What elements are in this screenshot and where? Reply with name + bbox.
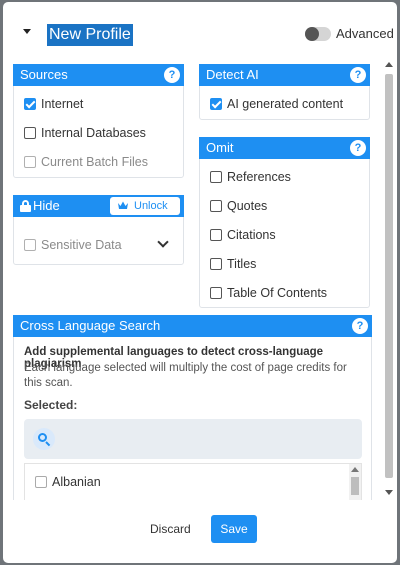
scroll-up-icon[interactable] — [351, 467, 359, 472]
cross-language-header: Cross Language Search ? — [13, 315, 372, 337]
cross-language-card: Cross Language Search ? Add supplemental… — [13, 315, 372, 500]
dialog-header: New Profile Advanced — [3, 2, 397, 58]
option-label: Internet — [41, 97, 84, 111]
option-label: Titles — [227, 257, 257, 271]
option-label: Quotes — [227, 199, 268, 213]
hide-header: Hide Unlock — [13, 195, 184, 217]
settings-scroll-area: Sources ? Internet Internal Databases Cu… — [3, 58, 397, 500]
unlock-button[interactable]: Unlock — [110, 197, 180, 215]
checkbox[interactable] — [210, 258, 222, 270]
option-label: AI generated content — [227, 97, 344, 111]
option-label: Table Of Contents — [227, 286, 328, 300]
sources-card: Sources ? Internet Internal Databases Cu… — [13, 64, 184, 178]
hide-card: Hide Unlock Sensitive Data — [13, 195, 184, 265]
sources-title: Sources — [20, 67, 68, 82]
lock-icon — [20, 200, 31, 212]
checkbox[interactable] — [210, 171, 222, 183]
crown-icon — [118, 201, 128, 210]
option-label: References — [227, 170, 291, 184]
profile-title[interactable]: New Profile — [47, 24, 133, 46]
caret-down-icon[interactable] — [23, 29, 31, 34]
help-icon[interactable]: ? — [350, 67, 366, 83]
save-button[interactable]: Save — [211, 515, 257, 543]
discard-button[interactable]: Discard — [150, 522, 191, 536]
omit-title: Omit — [206, 140, 234, 155]
checkbox[interactable] — [24, 98, 36, 110]
checkbox[interactable] — [210, 98, 222, 110]
checkbox[interactable] — [35, 476, 47, 488]
checkbox — [24, 156, 36, 168]
cross-language-description: Each language selected will multiply the… — [24, 362, 347, 389]
language-list: Albanian — [24, 463, 362, 500]
checkbox[interactable] — [210, 200, 222, 212]
selected-label: Selected: — [24, 398, 78, 412]
detect-ai-card: Detect AI ? AI generated content — [199, 64, 370, 120]
chevron-down-icon[interactable] — [157, 236, 169, 248]
option-label: Citations — [227, 228, 276, 242]
checkbox[interactable] — [210, 287, 222, 299]
advanced-label: Advanced — [336, 26, 394, 41]
dialog-footer: Discard Save — [3, 500, 397, 563]
option-label: Current Batch Files — [41, 155, 148, 169]
checkbox — [24, 239, 36, 251]
detect-ai-header: Detect AI ? — [199, 64, 370, 86]
help-icon[interactable]: ? — [164, 67, 180, 83]
scroll-down-icon[interactable] — [385, 490, 393, 495]
language-list-scrollbar[interactable] — [349, 464, 361, 500]
option-label: Internal Databases — [41, 126, 146, 140]
detect-ai-title: Detect AI — [206, 67, 259, 82]
toggle-knob — [305, 27, 319, 41]
advanced-toggle[interactable] — [305, 27, 331, 41]
checkbox[interactable] — [210, 229, 222, 241]
sources-header: Sources ? — [13, 64, 184, 86]
scroll-up-icon[interactable] — [385, 62, 393, 67]
omit-header: Omit ? — [199, 137, 370, 159]
option-label: Albanian — [52, 475, 101, 489]
cross-language-title: Cross Language Search — [20, 318, 161, 333]
help-icon[interactable]: ? — [352, 318, 368, 334]
help-icon[interactable]: ? — [350, 140, 366, 156]
new-profile-dialog: New Profile Advanced Sources ? Internet … — [3, 2, 397, 563]
dialog-scrollbar[interactable] — [384, 58, 394, 500]
option-label: Sensitive Data — [41, 238, 122, 252]
scroll-thumb[interactable] — [385, 74, 393, 478]
search-icon[interactable] — [33, 428, 55, 450]
omit-card: Omit ? References Quotes Citations Title… — [199, 137, 370, 308]
hide-title: Hide — [33, 198, 60, 213]
unlock-label: Unlock — [134, 200, 168, 212]
checkbox[interactable] — [24, 127, 36, 139]
language-search-input[interactable] — [24, 419, 362, 459]
scroll-thumb[interactable] — [351, 477, 359, 495]
